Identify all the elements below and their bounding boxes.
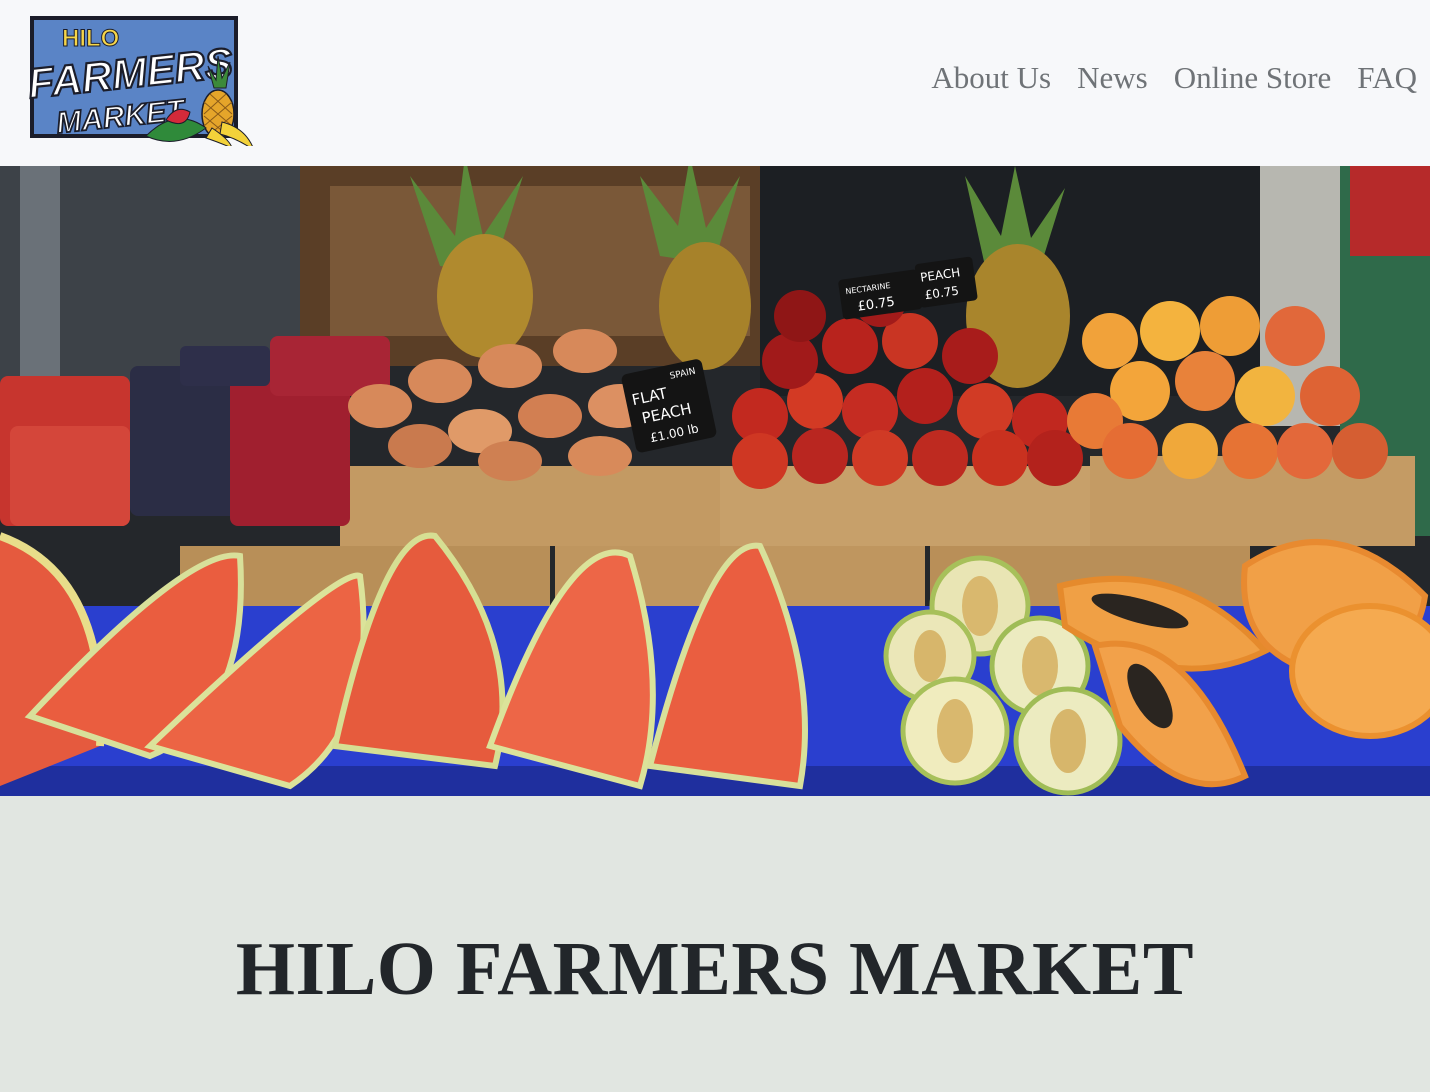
nav-news-link[interactable]: News: [1077, 60, 1148, 96]
main-nav: About Us News Online Store FAQ: [931, 60, 1417, 96]
flat-peach-price-sign: SPAIN FLAT PEACH £1.00 lb: [621, 359, 717, 453]
headline-section: HILO FARMERS MARKET: [0, 796, 1430, 1092]
nav-faq-link[interactable]: FAQ: [1357, 60, 1417, 96]
hilo-farmers-market-logo[interactable]: HILO FARMERS MARKET: [25, 16, 258, 152]
hero-fruit-stand-image: SPAIN FLAT PEACH £1.00 lb NECTARINE £0.7…: [0, 166, 1430, 796]
nav-about-us-link[interactable]: About Us: [931, 60, 1051, 96]
logo-hilo-text: HILO: [62, 25, 119, 52]
top-navbar: HILO FARMERS MARKET About Us News Online…: [0, 0, 1430, 166]
nav-online-store-link[interactable]: Online Store: [1174, 60, 1332, 96]
page-title: HILO FARMERS MARKET: [235, 927, 1195, 1011]
